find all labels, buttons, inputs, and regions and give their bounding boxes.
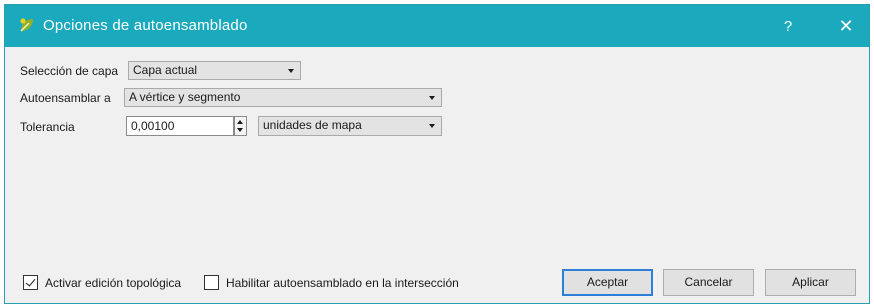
snap-to-value: A vértice y segmento [129,90,241,104]
chevron-down-icon [288,69,294,73]
tolerance-units-value: unidades de mapa [263,118,362,132]
snapping-options-dialog: Opciones de autoensamblado ? ✕ Selección… [4,4,870,304]
snap-to-label: Autoensamblar a [20,91,111,105]
cancel-button[interactable]: Cancelar [663,269,754,296]
tolerance-value: 0,00100 [131,119,175,133]
layer-selection-dropdown[interactable]: Capa actual [128,61,301,80]
accept-button[interactable]: Aceptar [562,269,653,296]
snap-intersection-checkbox[interactable] [204,275,219,290]
snap-to-dropdown[interactable]: A vértice y segmento [124,88,442,107]
help-icon[interactable]: ? [765,5,811,47]
window-title: Opciones de autoensamblado [43,17,248,34]
topological-editing-checkbox[interactable] [23,275,38,290]
tolerance-input[interactable]: 0,00100 [126,116,234,136]
layer-selection-value: Capa actual [133,63,198,77]
spinner-down-icon[interactable] [237,128,243,132]
tolerance-spinner[interactable] [234,116,247,136]
apply-button[interactable]: Aplicar [765,269,856,296]
qgis-leaf-icon [18,16,36,34]
layer-selection-label: Selección de capa [20,64,119,78]
chevron-down-icon [429,124,435,128]
checkmark-icon [25,276,36,287]
close-icon[interactable]: ✕ [823,5,869,47]
spinner-up-icon[interactable] [237,120,243,124]
tolerance-label: Tolerancia [20,120,75,134]
snap-intersection-label: Habilitar autoensamblado en la intersecc… [226,276,459,290]
chevron-down-icon [429,96,435,100]
title-bar[interactable]: Opciones de autoensamblado ? ✕ [5,5,869,47]
tolerance-units-dropdown[interactable]: unidades de mapa [258,116,442,136]
topological-editing-label: Activar edición topológica [45,276,182,290]
